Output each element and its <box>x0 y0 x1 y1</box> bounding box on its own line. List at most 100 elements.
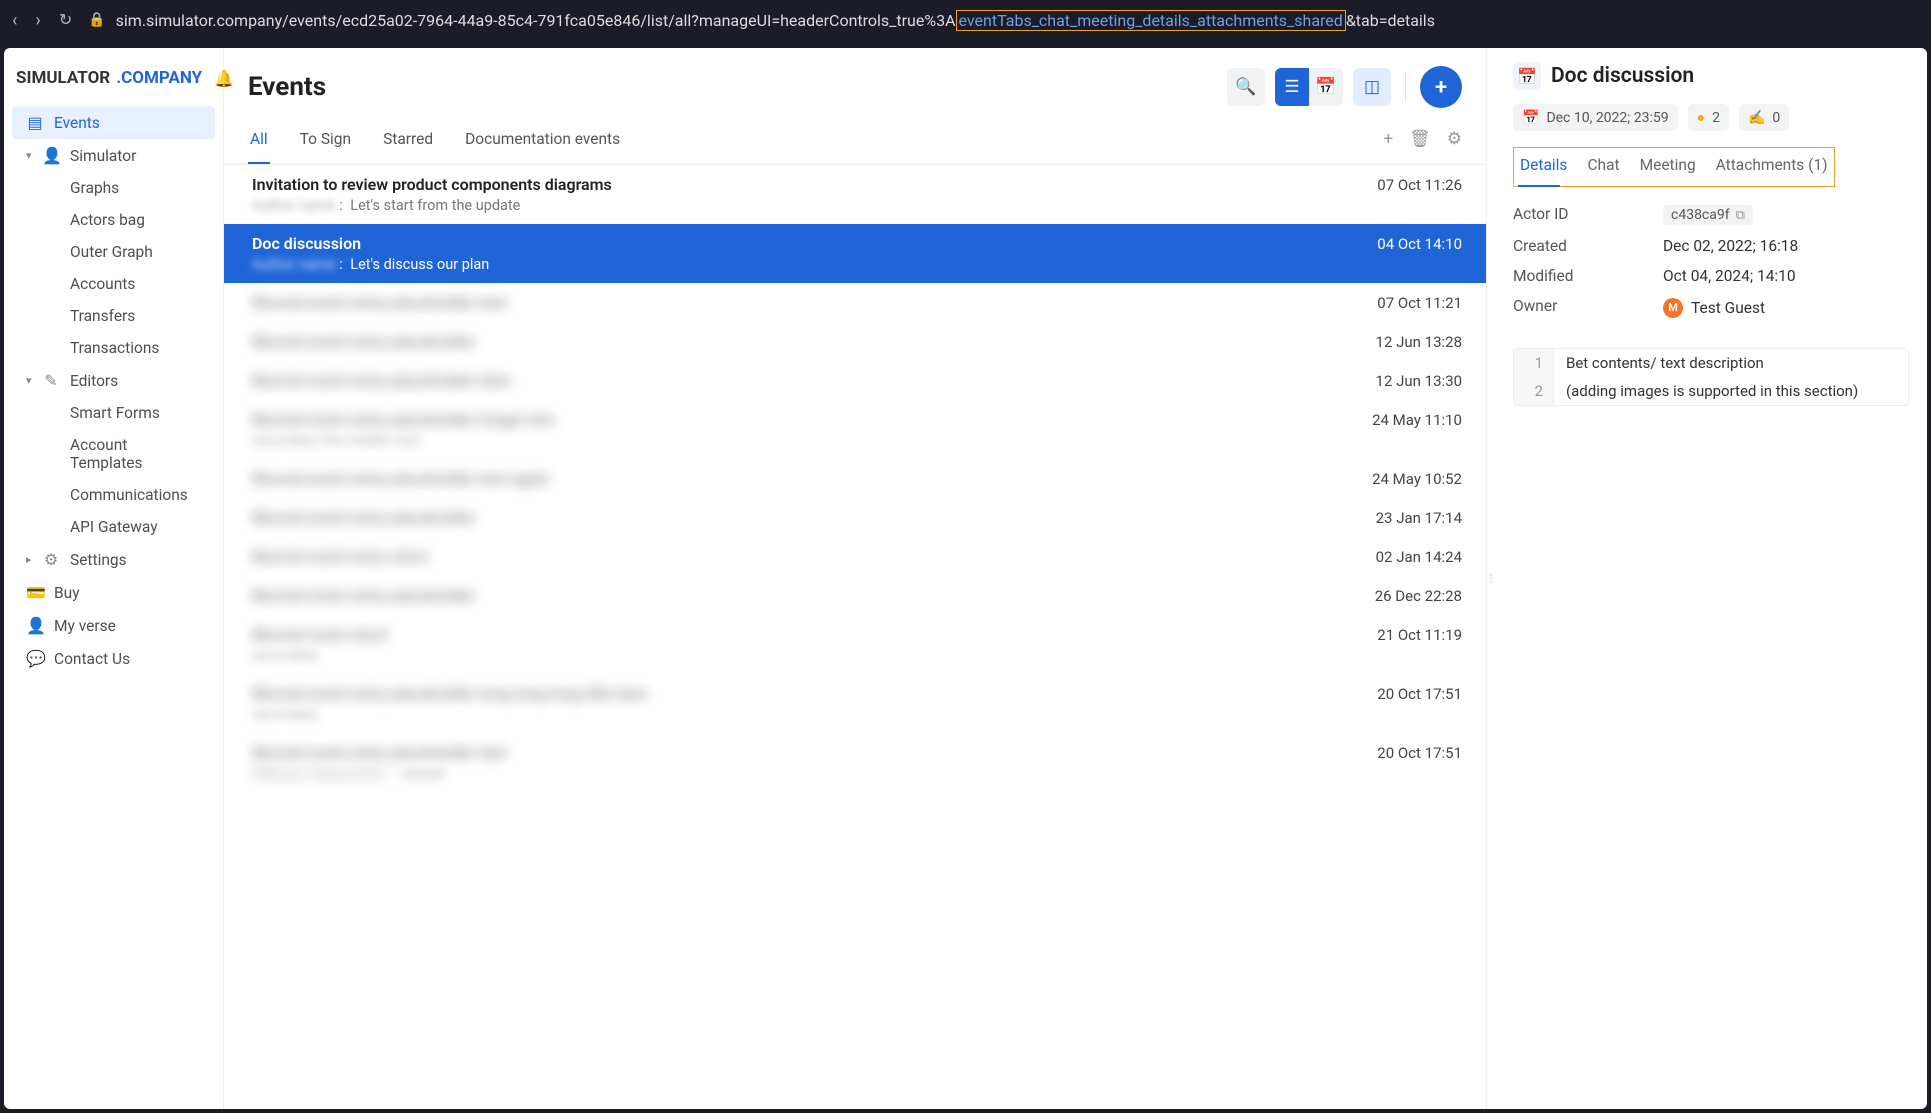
filter-icon[interactable]: 🗑 <box>1409 129 1431 149</box>
url-text: sim.simulator.company/events/ecd25a02-79… <box>116 11 1435 30</box>
event-row[interactable]: Blurred event entry placeholder26 Dec 22… <box>224 576 1486 615</box>
sidebar-item-actors-bag[interactable]: Actors bag <box>12 204 215 236</box>
coin-icon: ● <box>1697 109 1705 126</box>
event-row[interactable]: Blurred event short21 Oct 11:19secondary <box>224 615 1486 674</box>
event-row[interactable]: Blurred event entry placeholder text07 O… <box>224 283 1486 322</box>
sidebar-item-accounts[interactable]: Accounts <box>12 268 215 300</box>
tab-documentation-events[interactable]: Documentation events <box>463 122 622 164</box>
sidebar-item-contact-us[interactable]: 💬 Contact Us <box>12 642 215 675</box>
sidebar-item-label: Buy <box>54 584 80 602</box>
sidebar-item-buy[interactable]: 💳 Buy <box>12 576 215 609</box>
panel-tab-details[interactable]: Details <box>1518 150 1569 184</box>
chevron-down-icon: ▾ <box>26 374 32 387</box>
list-view-button[interactable]: ☰ <box>1275 68 1309 106</box>
event-subtitle: Author name: Let's start from the update <box>252 197 1462 214</box>
plus-icon: + <box>1435 75 1447 100</box>
label-created: Created <box>1513 237 1663 255</box>
value-owner: M Test Guest <box>1663 297 1909 318</box>
event-date: 02 Jan 14:24 <box>1376 548 1462 566</box>
event-date: 24 May 11:10 <box>1372 411 1462 429</box>
event-title: Blurred event entry placeholder text <box>252 743 506 762</box>
sidebar-item-editors[interactable]: ▾ ✎ Editors <box>12 364 215 397</box>
panel-toggle-button[interactable]: ◫ <box>1353 68 1391 106</box>
brand-logo[interactable]: SIMULATOR.COMPANY 🔔 <box>4 62 223 106</box>
description-block[interactable]: 1Bet contents/ text description 2(adding… <box>1513 348 1909 406</box>
panel-header: 📅 Doc discussion <box>1513 62 1909 90</box>
panel-tab-chat[interactable]: Chat <box>1585 150 1621 184</box>
signature-icon: ✍ <box>1748 110 1765 126</box>
event-row[interactable]: Doc discussion04 Oct 14:10Author name: L… <box>224 224 1486 283</box>
chip-coins[interactable]: ● 2 <box>1688 104 1729 131</box>
sidebar-item-simulator[interactable]: ▾ 👤 Simulator <box>12 139 215 172</box>
page-title: Events <box>248 72 326 102</box>
sidebar-item-settings[interactable]: ▸ ⚙ Settings <box>12 543 215 576</box>
forward-button[interactable]: › <box>35 10 40 31</box>
nav-arrows: ‹ › ↻ <box>12 10 72 31</box>
resize-handle[interactable]: ⋮ <box>1487 48 1495 1109</box>
event-row[interactable]: Blurred event entry short 02 Jan 14:24 <box>224 537 1486 576</box>
sidebar-item-my-verse[interactable]: 👤 My verse <box>12 609 215 642</box>
event-row[interactable]: Blurred event entry placeholder long lon… <box>224 674 1486 733</box>
event-row[interactable]: Blurred event entry placeholder item12 J… <box>224 361 1486 400</box>
calendar-view-button[interactable]: 📅 <box>1309 68 1343 106</box>
chip-signatures[interactable]: ✍ 0 <box>1739 104 1789 131</box>
panel-title: Doc discussion <box>1551 64 1694 88</box>
event-list[interactable]: Invitation to review product components … <box>224 165 1486 1109</box>
actor-id-pill[interactable]: c438ca9f ⧉ <box>1663 205 1753 225</box>
sidebar-item-smart-forms[interactable]: Smart Forms <box>12 397 215 429</box>
event-subtitle: secondary <box>252 706 1462 723</box>
sidebar-item-api-gateway[interactable]: API Gateway <box>12 511 215 543</box>
line-number: 1 <box>1514 349 1554 377</box>
main-header: Events 🔍 ☰ 📅 ◫ + <box>224 48 1486 116</box>
event-title: Blurred event entry placeholder <box>252 508 475 527</box>
add-event-button[interactable]: + <box>1420 66 1462 108</box>
sidebar-item-transactions[interactable]: Transactions <box>12 332 215 364</box>
event-title: Blurred event entry placeholder item <box>252 371 511 390</box>
sidebar-item-outer-graph[interactable]: Outer Graph <box>12 236 215 268</box>
add-icon[interactable]: + <box>1384 129 1394 149</box>
search-button[interactable]: 🔍 <box>1227 68 1265 106</box>
tab-starred[interactable]: Starred <box>381 122 435 164</box>
owner-name: Test Guest <box>1691 299 1765 317</box>
sidebar-item-communications[interactable]: Communications <box>12 479 215 511</box>
sidebar-item-label: Editors <box>70 372 118 390</box>
event-date: 23 Jan 17:14 <box>1376 509 1462 527</box>
url-bar[interactable]: 🔒 sim.simulator.company/events/ecd25a02-… <box>88 11 1919 30</box>
event-title: Blurred event entry placeholder text aga… <box>252 469 550 488</box>
panel-icon: ◫ <box>1364 77 1380 97</box>
panel-tabs-highlight: Details Chat Meeting Attachments (1) <box>1513 147 1835 187</box>
sidebar-item-account-templates[interactable]: Account Templates <box>12 429 215 479</box>
sidebar-item-label: My verse <box>54 617 116 635</box>
event-subtitle: Author name: Let's discuss our plan <box>252 256 1462 273</box>
event-title: Blurred event entry short <box>252 547 429 566</box>
calendar-icon: 📅 <box>1522 110 1539 126</box>
event-row[interactable]: Blurred event entry placeholder 23 Jan 17… <box>224 498 1486 537</box>
event-row[interactable]: Blurred event entry placeholder12 Jun 13… <box>224 322 1486 361</box>
sidebar: SIMULATOR.COMPANY 🔔 ▤ Events ▾ 👤 Simulat… <box>4 48 224 1109</box>
header-controls: 🔍 ☰ 📅 ◫ + <box>1227 66 1462 108</box>
settings-icon[interactable]: ⚙ <box>1447 129 1462 149</box>
sidebar-item-events[interactable]: ▤ Events <box>12 106 215 139</box>
event-date: 12 Jun 13:28 <box>1376 333 1462 351</box>
reload-button[interactable]: ↻ <box>59 10 72 31</box>
event-row[interactable]: Blurred event entry placeholder text aga… <box>224 459 1486 498</box>
chat-icon: 💬 <box>26 649 44 668</box>
editors-icon: ✎ <box>42 371 60 390</box>
panel-tab-attachments[interactable]: Attachments (1) <box>1714 150 1830 184</box>
event-row[interactable]: Blurred event entry placeholder longer l… <box>224 400 1486 459</box>
event-subtitle: Maksym Kapturenko: viewed <box>252 765 1462 782</box>
label-owner: Owner <box>1513 297 1663 318</box>
sidebar-item-transfers[interactable]: Transfers <box>12 300 215 332</box>
tab-to-sign[interactable]: To Sign <box>298 122 353 164</box>
panel-tab-meeting[interactable]: Meeting <box>1638 150 1698 184</box>
sidebar-item-label: Contact Us <box>54 650 130 668</box>
sidebar-item-graphs[interactable]: Graphs <box>12 172 215 204</box>
copy-icon[interactable]: ⧉ <box>1736 208 1745 223</box>
event-title: Blurred event entry placeholder text <box>252 293 506 312</box>
tab-all[interactable]: All <box>248 122 270 164</box>
event-date: 20 Oct 17:51 <box>1377 685 1462 703</box>
event-row[interactable]: Blurred event entry placeholder text20 O… <box>224 733 1486 792</box>
back-button[interactable]: ‹ <box>12 10 17 31</box>
event-row[interactable]: Invitation to review product components … <box>224 165 1486 224</box>
chip-date[interactable]: 📅 Dec 10, 2022; 23:59 <box>1513 104 1678 131</box>
